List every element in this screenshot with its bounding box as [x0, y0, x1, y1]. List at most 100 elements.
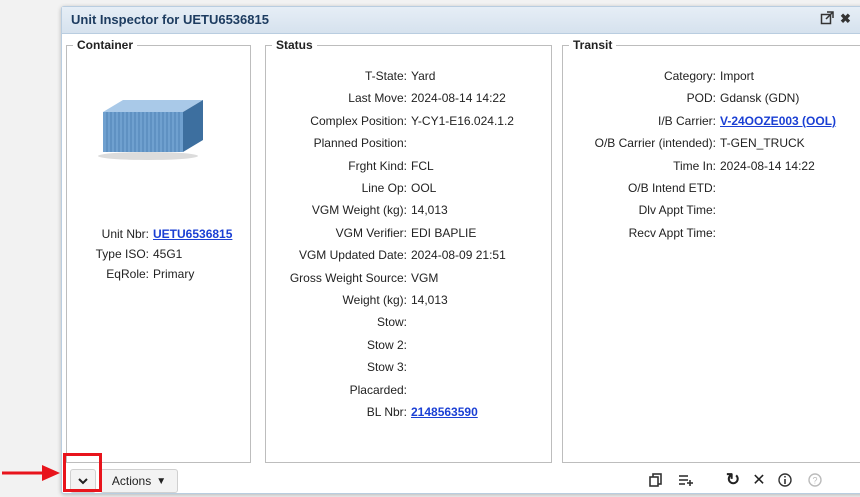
field-value: 2024-08-14 14:22: [720, 158, 815, 173]
field-row: Recv Appt Time:: [562, 226, 860, 242]
field-label: Weight (kg):: [342, 293, 407, 307]
field-label: Stow 2:: [366, 337, 407, 352]
field-row: Time In: 2024-08-14 14:22: [562, 159, 860, 175]
field-value: VGM: [411, 270, 439, 285]
close-icon[interactable]: ✖: [840, 11, 851, 27]
field-label: Gross Weight Source:: [289, 270, 407, 285]
field-value: EDI BAPLIE: [411, 225, 477, 240]
field-row: Unit Nbr: UETU6536815: [66, 227, 249, 243]
field-row: Type ISO: 45G1: [66, 247, 249, 263]
field-row: Planned Position:: [265, 136, 550, 152]
field-row: VGM Weight (kg): 14,013: [265, 203, 550, 219]
transit-legend: Transit: [573, 38, 613, 52]
field-label: Stow 3:: [366, 360, 407, 375]
eqrole-value: Primary: [153, 267, 195, 281]
info-icon: [778, 473, 792, 487]
field-value: 14,013: [411, 293, 448, 307]
field-row: POD: Gdansk (GDN): [562, 91, 860, 107]
field-label: POD:: [686, 91, 716, 106]
field-label: Frght Kind:: [348, 158, 407, 173]
field-row: Category: Import: [562, 69, 860, 85]
field-row: BL Nbr: 2148563590: [265, 405, 550, 421]
field-value: 2024-08-09 21:51: [411, 248, 506, 263]
field-value: FCL: [411, 158, 434, 173]
field-label: Complex Position:: [310, 113, 407, 128]
copy-button[interactable]: [645, 469, 667, 491]
dialog-title: Unit Inspector for UETU6536815: [71, 12, 269, 27]
type-iso-label: Type ISO:: [95, 247, 149, 261]
actions-menu-button[interactable]: Actions ▼: [100, 469, 178, 493]
unit-inspector-dialog: Unit Inspector for UETU6536815 ✖ Contain…: [61, 6, 860, 494]
field-label: VGM Verifier:: [335, 225, 407, 240]
field-label: Line Op:: [361, 181, 407, 195]
field-row: Stow 3:: [265, 360, 550, 376]
cancel-icon: ✕: [752, 472, 766, 489]
field-row: T-State: Yard: [265, 69, 550, 85]
actions-label: Actions: [111, 474, 152, 488]
field-row: Line Op: OOL: [265, 181, 550, 197]
refresh-icon: ↻: [725, 470, 741, 489]
field-value: 2024-08-14 14:22: [411, 91, 506, 106]
refresh-button[interactable]: ↻: [722, 469, 744, 491]
field-row: Stow:: [265, 315, 550, 331]
field-label: Dlv Appt Time:: [638, 203, 716, 218]
field-value: OOL: [411, 181, 437, 195]
field-label: O/B Intend ETD:: [627, 181, 716, 195]
field-row: EqRole: Primary: [66, 267, 249, 283]
add-list-icon: [679, 475, 693, 486]
field-value: Import: [720, 69, 755, 83]
field-row: O/B Intend ETD:: [562, 181, 860, 197]
field-row: I/B Carrier: V-24OOZE003 (OOL): [562, 114, 860, 130]
copy-icon: [649, 473, 662, 487]
caret-down-icon: ▼: [156, 475, 167, 487]
field-row: Weight (kg): 14,013: [265, 293, 550, 309]
field-label: T-State:: [364, 69, 407, 83]
field-value: 14,013: [411, 203, 448, 218]
transit-fields: Category: Import POD: Gdansk (GDN) I/B Carri…: [562, 69, 860, 269]
field-value: Gdansk (GDN): [720, 91, 800, 106]
shipping-container-icon: [98, 100, 203, 160]
field-label: VGM Updated Date:: [298, 248, 407, 263]
help-icon: ?: [808, 473, 822, 487]
field-row: Dlv Appt Time:: [562, 203, 860, 219]
field-label: VGM Weight (kg):: [311, 203, 407, 218]
unit-nbr-label: Unit Nbr:: [101, 227, 149, 241]
info-button[interactable]: [774, 469, 796, 491]
field-label: Stow:: [376, 315, 407, 330]
field-row: Complex Position: Y-CY1-E16.024.1.2: [265, 114, 550, 130]
field-value: Yard: [411, 69, 436, 83]
red-arrow-icon: [2, 465, 60, 481]
field-label: Placarded:: [349, 382, 407, 397]
field-label: BL Nbr:: [366, 405, 407, 419]
eqrole-label: EqRole:: [106, 267, 149, 281]
field-row: Frght Kind: FCL: [265, 159, 550, 175]
expand-icon[interactable]: [820, 11, 834, 28]
field-value: T-GEN_TRUCK: [720, 136, 805, 151]
add-to-list-button[interactable]: [675, 469, 697, 491]
field-label: Time In:: [673, 158, 716, 173]
field-label: Last Move:: [348, 91, 407, 106]
svg-text:?: ?: [812, 476, 817, 486]
field-value: Y-CY1-E16.024.1.2: [411, 113, 514, 128]
cancel-button[interactable]: ✕: [748, 469, 770, 491]
field-row: VGM Updated Date: 2024-08-09 21:51: [265, 248, 550, 264]
type-iso-value: 45G1: [153, 247, 183, 261]
field-label: I/B Carrier:: [657, 113, 716, 128]
help-button[interactable]: ?: [804, 469, 826, 491]
unit-nbr-link[interactable]: UETU6536815: [153, 227, 232, 241]
field-row: Gross Weight Source: VGM: [265, 271, 550, 287]
field-value-link[interactable]: V-24OOZE003 (OOL): [720, 114, 836, 128]
field-row: Stow 2:: [265, 338, 550, 354]
highlight-box: [63, 453, 102, 492]
field-label: Recv Appt Time:: [628, 225, 716, 240]
field-label: Planned Position:: [313, 136, 407, 151]
field-row: Placarded:: [265, 383, 550, 399]
field-value-link[interactable]: 2148563590: [411, 405, 478, 419]
field-label: O/B Carrier (intended):: [594, 136, 716, 151]
field-row: VGM Verifier: EDI BAPLIE: [265, 226, 550, 242]
status-legend: Status: [276, 38, 313, 52]
container-legend: Container: [77, 38, 134, 52]
title-bar: Unit Inspector for UETU6536815 ✖: [62, 7, 860, 34]
field-row: Last Move: 2024-08-14 14:22: [265, 91, 550, 107]
status-fields: T-State: Yard Last Move: 2024-08-14 14:22 Co…: [265, 69, 550, 449]
